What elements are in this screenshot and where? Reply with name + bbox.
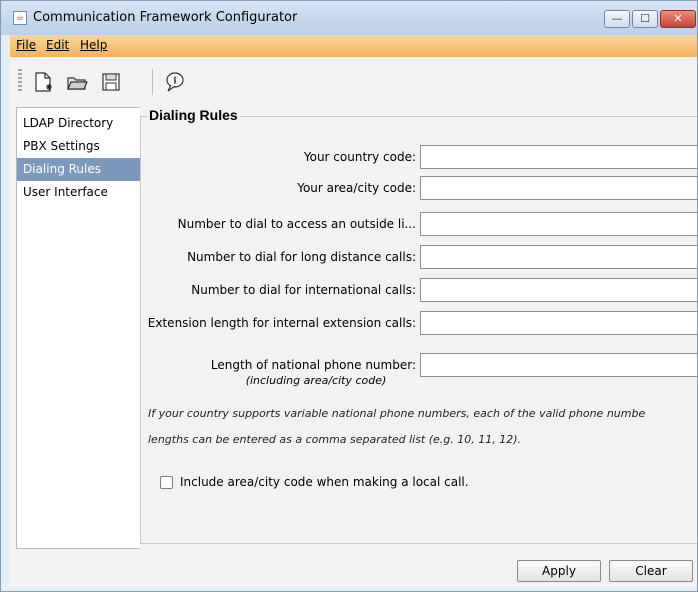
apply-button[interactable]: Apply — [517, 560, 601, 582]
country-code-label: Your country code: — [303, 150, 416, 164]
sidebar-item-ldap-directory[interactable]: LDAP Directory — [17, 112, 141, 135]
client-area: i LDAP Directory PBX Settings Dialing Ru… — [10, 57, 697, 587]
menu-help-label: Help — [80, 38, 108, 52]
menu-edit[interactable]: Edit — [46, 38, 69, 52]
sidebar-item-pbx-settings[interactable]: PBX Settings — [17, 135, 141, 158]
close-button[interactable]: ✕ — [660, 10, 696, 28]
area-code-label: Your area/city code: — [297, 181, 416, 195]
long-distance-label: Number to dial for long distance calls: — [187, 250, 416, 264]
svg-text:i: i — [173, 77, 177, 87]
save-icon[interactable] — [100, 71, 122, 93]
sidebar-item-dialing-rules[interactable]: Dialing Rules — [17, 158, 141, 181]
country-code-input[interactable] — [420, 145, 697, 169]
maximize-button[interactable]: ☐ — [632, 10, 658, 28]
international-label: Number to dial for international calls: — [191, 283, 416, 297]
extension-length-label: Extension length for internal extension … — [147, 316, 416, 330]
menu-file-label: File — [16, 38, 37, 52]
open-folder-icon[interactable] — [66, 71, 88, 93]
outside-line-label: Number to dial to access an outside li..… — [177, 217, 416, 231]
minimize-button[interactable]: — — [604, 10, 630, 28]
window-title: Communication Framework Configurator — [33, 10, 298, 25]
extension-length-input[interactable] — [420, 311, 697, 335]
national-length-sublabel: (including area/city code) — [245, 374, 387, 387]
button-bar: Apply Clear — [10, 552, 697, 587]
international-input[interactable] — [420, 278, 697, 302]
sidebar: LDAP Directory PBX Settings Dialing Rule… — [16, 107, 142, 549]
note-text-line-2: lengths can be entered as a comma separa… — [148, 433, 522, 446]
app-window: ☕ Communication Framework Configurator —… — [0, 0, 698, 592]
title-bar[interactable]: ☕ Communication Framework Configurator —… — [1, 1, 697, 35]
menu-edit-label: Edit — [46, 38, 70, 52]
menu-bar: File Edit Help — [10, 35, 697, 57]
outside-line-input[interactable] — [420, 212, 697, 236]
menu-file[interactable]: File — [16, 38, 36, 52]
toolbar-grip[interactable] — [18, 69, 22, 93]
info-balloon-icon[interactable]: i — [164, 71, 186, 93]
long-distance-input[interactable] — [420, 245, 697, 269]
local-call-checkbox-label[interactable]: Include area/city code when making a loc… — [180, 475, 469, 489]
note-text-line-1: If your country supports variable nation… — [148, 407, 646, 420]
dialing-rules-panel: Dialing Rules Your country code: Your ar… — [140, 107, 697, 549]
national-length-label: Length of national phone number: — [210, 358, 416, 372]
toolbar-separator — [152, 69, 153, 95]
section-title: Dialing Rules — [147, 107, 240, 123]
national-length-input[interactable] — [420, 353, 697, 377]
sidebar-item-user-interface[interactable]: User Interface — [17, 181, 141, 204]
menu-help[interactable]: Help — [80, 38, 107, 52]
area-code-input[interactable] — [420, 176, 697, 200]
toolbar: i — [10, 57, 697, 105]
java-app-icon: ☕ — [13, 11, 27, 25]
local-call-checkbox[interactable] — [160, 476, 173, 489]
new-document-icon[interactable] — [32, 71, 54, 93]
clear-button[interactable]: Clear — [609, 560, 693, 582]
